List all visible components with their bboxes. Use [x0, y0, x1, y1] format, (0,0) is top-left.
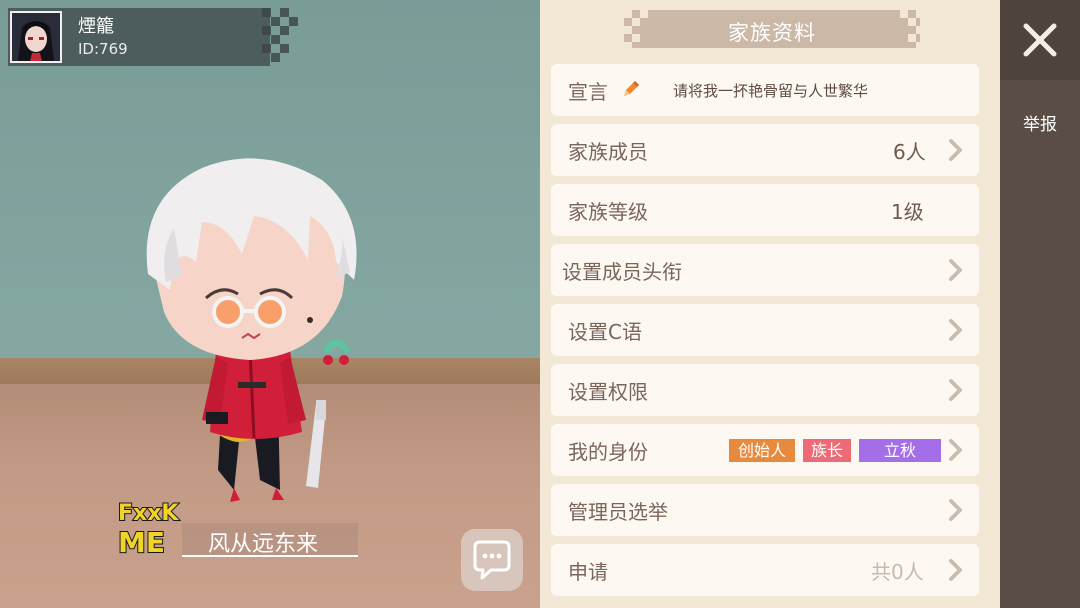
family-level: 1级	[891, 200, 924, 224]
row-my-identity-label: 我的身份	[568, 440, 648, 464]
row-family-members-label: 家族成员	[568, 140, 648, 164]
application-count: 共0人	[871, 560, 924, 584]
family-info-panel: 家族资料 宣言 请将我一抔艳骨留与人世繁华 家族成员 6人 家族等级 1级 设置…	[540, 0, 1000, 608]
chevron-right-icon	[949, 439, 962, 461]
row-set-c-language[interactable]: 设置C语	[551, 304, 979, 356]
row-set-member-titles-label: 设置成员头衔	[562, 260, 682, 284]
header-checker-right	[900, 10, 924, 48]
player-id: ID:769	[78, 40, 128, 58]
row-set-permissions-label: 设置权限	[568, 380, 648, 404]
row-family-level-label: 家族等级	[568, 200, 648, 224]
avatar-portrait-icon	[12, 13, 60, 61]
row-family-level: 家族等级 1级	[551, 184, 979, 236]
chat-bubble-icon	[473, 540, 511, 580]
header-checker-left	[624, 10, 648, 48]
row-manifesto[interactable]: 宣言 请将我一抔艳骨留与人世繁华	[551, 64, 979, 116]
chevron-right-icon	[949, 259, 962, 281]
character-nameplate-text: 风从远东来	[208, 532, 319, 557]
chevron-right-icon	[949, 559, 962, 581]
cherry-ornament	[323, 340, 351, 365]
badge-line-2: ME	[118, 526, 165, 556]
row-manifesto-label: 宣言	[568, 80, 608, 104]
row-my-identity[interactable]: 我的身份 创始人 族长 立秋	[551, 424, 979, 476]
chevron-right-icon	[949, 499, 962, 521]
chat-button[interactable]	[461, 529, 523, 591]
right-rail: 举报	[1000, 0, 1080, 608]
identity-tag-title: 立秋	[859, 439, 941, 462]
player-name: 煙籠	[78, 16, 114, 37]
game-scene: 煙籠 ID:769 FxxK ME 风从远东来	[0, 0, 540, 608]
chevron-right-icon	[949, 139, 962, 161]
character-nameplate: 风从远东来	[182, 523, 358, 557]
row-set-permissions[interactable]: 设置权限	[551, 364, 979, 416]
identity-tag-founder: 创始人	[729, 439, 795, 462]
row-set-member-titles[interactable]: 设置成员头衔	[551, 244, 979, 296]
manifesto-text: 请将我一抔艳骨留与人世繁华	[673, 82, 869, 100]
close-icon	[1023, 23, 1057, 57]
pencil-icon[interactable]	[620, 78, 642, 100]
close-button[interactable]	[1000, 0, 1080, 80]
chevron-right-icon	[949, 379, 962, 401]
panel-header: 家族资料	[624, 10, 920, 48]
row-set-c-language-label: 设置C语	[568, 320, 642, 344]
badge-line-1: FxxK	[118, 501, 179, 526]
row-applications[interactable]: 申请 共0人	[551, 544, 979, 596]
pixel-checker-decoration	[262, 8, 298, 62]
identity-tag-leader: 族长	[803, 439, 851, 462]
row-admin-election[interactable]: 管理员选举	[551, 484, 979, 536]
panel-title: 家族资料	[728, 21, 816, 45]
row-family-members[interactable]: 家族成员 6人	[551, 124, 979, 176]
player-avatar[interactable]	[10, 11, 62, 63]
report-button[interactable]: 举报	[1000, 110, 1080, 135]
chevron-right-icon	[949, 319, 962, 341]
row-admin-election-label: 管理员选举	[568, 500, 668, 524]
title-badge-logo: FxxK ME	[117, 500, 180, 556]
member-count: 6人	[893, 140, 926, 164]
player-character[interactable]	[130, 150, 370, 510]
row-applications-label: 申请	[568, 560, 608, 584]
